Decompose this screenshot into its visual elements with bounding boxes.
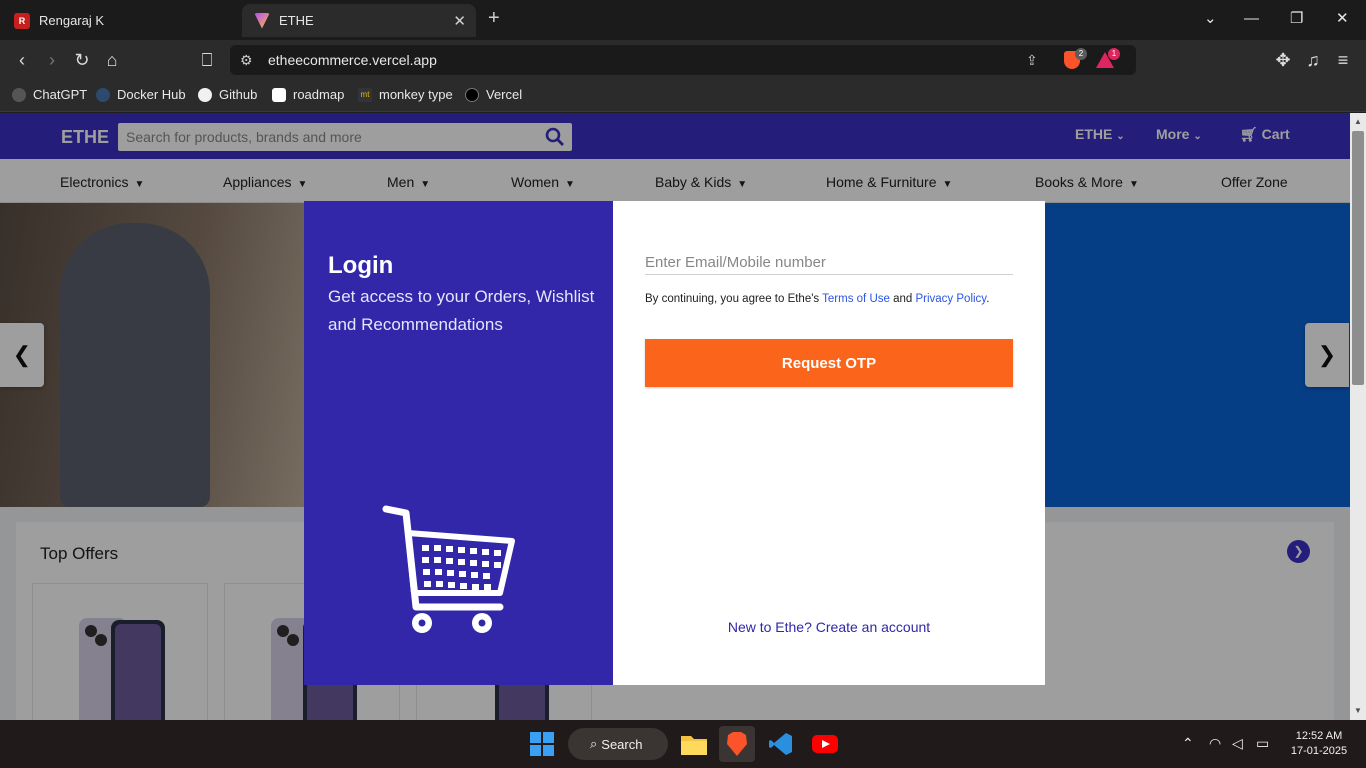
clock-date: 17-01-2025 [1290,745,1348,757]
clock-time: 12:52 AM [1295,730,1343,742]
shopping-cart-icon [382,505,515,633]
create-account-link[interactable]: New to Ethe? Create an account [645,619,1013,635]
monkeytype-icon: mt [358,87,372,102]
search-icon: ⌕ [590,736,598,751]
chatgpt-icon [12,87,26,102]
web-page: ETHE Search for products, brands and mor… [0,113,1350,720]
address-bar[interactable]: ⚙ etheecommerce.vercel.app ⇪ 2 1 [230,45,1136,75]
bookmarks-bar: ChatGPT Docker Hub Github roadmap mt mon… [0,80,1366,112]
bookmark-label: monkey type [379,87,453,102]
minimize-icon[interactable]: — [1244,10,1259,28]
file-explorer-icon[interactable] [676,726,712,762]
login-side-panel: Login Get access to your Orders, Wishlis… [304,201,613,685]
system-clock[interactable]: 12:52 AM 17-01-2025 [1286,729,1352,759]
bookmark-github[interactable]: Github [198,87,257,102]
home-icon[interactable]: ⌂ [101,49,123,71]
bookmark-vercel[interactable]: Vercel [465,87,522,102]
request-otp-button[interactable]: Request OTP [645,339,1013,387]
tab-rengaraj[interactable]: R Rengaraj K [4,4,240,37]
tab-search-chevron-icon[interactable]: ⌄ [1204,10,1217,28]
bookmark-monkey-type[interactable]: mt monkey type [358,87,453,102]
tray-chevron-up-icon[interactable]: ⌃ [1182,735,1194,752]
tab-ethe[interactable]: ETHE ✕ [242,4,476,37]
site-info-icon[interactable]: ⚙ [240,52,253,69]
roadmap-icon [272,87,286,102]
browser-tab-bar: R Rengaraj K ETHE ✕ + ⌄ — ❐ ✕ [0,0,1366,40]
browser-toolbar: ‹ › ↻ ⌂ ⎕ ⚙ etheecommerce.vercel.app ⇪ 2… [0,40,1366,80]
window-close-icon[interactable]: ✕ [1336,10,1349,28]
bookmark-label: Vercel [486,87,523,102]
new-tab-icon[interactable]: + [488,8,500,28]
restore-icon[interactable]: ❐ [1290,10,1303,28]
menu-icon[interactable]: ≡ [1332,49,1354,71]
brave-browser-icon[interactable] [719,726,755,762]
rewards-count-badge: 1 [1108,48,1120,60]
tab-title: ETHE [279,13,314,28]
login-title: Login [328,252,394,279]
bookmark-label: Docker Hub [117,87,186,102]
bookmark-icon[interactable]: ⎕ [196,49,218,71]
terms-of-use-link[interactable]: Terms of Use [822,293,890,305]
rengaraj-favicon-icon: R [14,12,30,29]
volume-icon[interactable]: ◁ [1232,735,1243,752]
github-icon [198,87,212,102]
windows-start-icon[interactable] [524,726,560,762]
extensions-icon[interactable]: ✥ [1272,49,1294,71]
media-icon[interactable]: ♫ [1302,49,1324,71]
vscode-icon[interactable] [763,726,799,762]
taskbar-search-label: Search [601,736,643,752]
terms-text: By continuing, you agree to Ethe's [645,293,823,305]
vercel-icon [465,87,479,102]
scroll-down-icon[interactable]: ▼ [1354,706,1362,715]
email-mobile-input[interactable] [645,251,1013,275]
youtube-icon[interactable] [807,726,843,762]
bookmark-roadmap[interactable]: roadmap [272,87,344,102]
terms-text: . [986,293,990,305]
terms-text: and [889,293,916,305]
back-icon[interactable]: ‹ [11,49,33,71]
bookmark-label: Github [219,87,258,102]
reload-icon[interactable]: ↻ [71,49,93,71]
page-scrollbar[interactable]: ▲ ▼ [1350,113,1366,720]
bookmark-label: ChatGPT [33,87,88,102]
forward-icon[interactable]: › [41,49,63,71]
windows-taskbar: ⌕ Search ⌃ ◠ ◁ ▭ 12:52 AM 17-01-2025 [0,720,1366,768]
close-icon[interactable]: × [1024,291,1037,313]
url-text: etheecommerce.vercel.app [268,52,437,68]
battery-icon[interactable]: ▭ [1256,735,1269,752]
login-modal: Login Get access to your Orders, Wishlis… [304,201,1045,685]
wifi-icon[interactable]: ◠ [1209,735,1221,752]
bookmark-chatgpt[interactable]: ChatGPT [12,87,87,102]
scroll-thumb[interactable] [1352,131,1364,385]
vite-favicon-icon [254,12,270,29]
shield-count-badge: 2 [1075,48,1087,60]
scroll-up-icon[interactable]: ▲ [1354,117,1362,126]
bookmark-docker-hub[interactable]: Docker Hub [96,87,186,102]
close-tab-icon[interactable]: ✕ [453,12,466,30]
taskbar-search[interactable]: ⌕ Search [568,728,668,760]
share-icon[interactable]: ⇪ [1026,52,1038,69]
login-subtitle: Get access to your Orders, Wishlist and … [328,287,595,334]
docker-icon [96,87,110,102]
privacy-policy-link[interactable]: Privacy Policy [915,293,986,305]
terms-notice: By continuing, you agree to Ethe's Terms… [645,293,989,305]
bookmark-label: roadmap [293,87,345,102]
tab-title: Rengaraj K [39,13,105,28]
